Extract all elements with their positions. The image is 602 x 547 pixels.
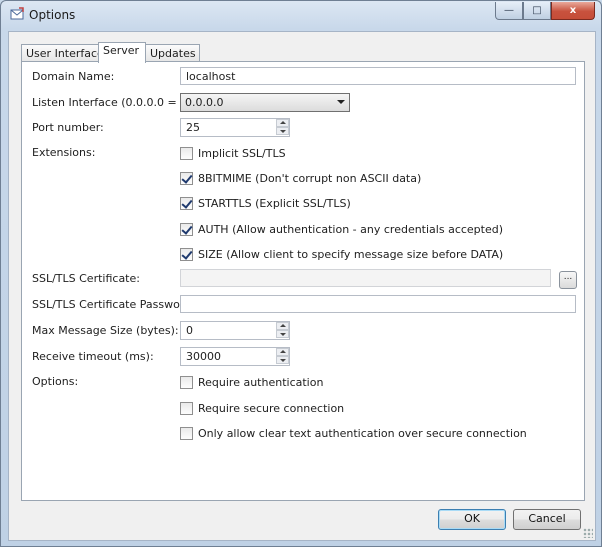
- ok-button[interactable]: OK: [438, 509, 506, 530]
- require-secure-connection-checkbox[interactable]: Require secure connection: [180, 401, 344, 415]
- tab-updates[interactable]: Updates: [145, 44, 200, 62]
- caption-buttons: — □ x: [495, 2, 595, 20]
- port-number-label: Port number:: [32, 121, 104, 134]
- clear-text-auth-secure-only-checkbox[interactable]: Only allow clear text authentication ove…: [180, 426, 527, 440]
- checkbox-label: 8BITMIME (Don't corrupt non ASCII data): [198, 171, 422, 185]
- extensions-label: Extensions:: [32, 146, 96, 159]
- max-message-size-input[interactable]: 0: [180, 321, 290, 340]
- server-tab-panel: Domain Name: localhost Listen Interface …: [21, 61, 585, 501]
- ssl-password-input[interactable]: [180, 295, 576, 313]
- receive-timeout-stepper[interactable]: 30000: [180, 347, 290, 366]
- checkbox-label: AUTH (Allow authentication - any credent…: [198, 222, 504, 236]
- options-dialog: Options — □ x User Interface Server Upda…: [0, 0, 602, 547]
- spin-down-icon[interactable]: [276, 330, 289, 338]
- minimize-button[interactable]: —: [495, 2, 523, 20]
- 8bitmime-checkbox[interactable]: 8BITMIME (Don't corrupt non ASCII data): [180, 171, 421, 185]
- require-authentication-checkbox[interactable]: Require authentication: [180, 375, 323, 389]
- maximize-icon: □: [532, 5, 542, 16]
- receive-timeout-label: Receive timeout (ms):: [32, 350, 154, 363]
- listen-interface-select[interactable]: 0.0.0.0: [180, 93, 350, 112]
- tab-server[interactable]: Server: [98, 42, 146, 63]
- maximize-button[interactable]: □: [523, 2, 551, 20]
- minimize-icon: —: [504, 5, 514, 16]
- chevron-down-icon: [337, 100, 345, 104]
- checkbox-checked-icon: [180, 171, 193, 185]
- title-bar[interactable]: Options — □ x: [1, 1, 601, 29]
- dialog-client-area: User Interface Server Updates Domain Nam…: [8, 31, 596, 541]
- checkbox-checked-icon: [180, 196, 193, 210]
- starttls-checkbox[interactable]: STARTTLS (Explicit SSL/TLS): [180, 196, 351, 210]
- resize-grip-icon[interactable]: [583, 528, 593, 538]
- checkbox-label: SIZE (Allow client to specify message si…: [198, 247, 504, 261]
- receive-timeout-input[interactable]: 30000: [180, 347, 290, 366]
- size-checkbox[interactable]: SIZE (Allow client to specify message si…: [180, 247, 503, 261]
- auth-checkbox[interactable]: AUTH (Allow authentication - any credent…: [180, 222, 503, 236]
- close-icon: x: [569, 5, 577, 16]
- ssl-certificate-input: [180, 269, 551, 287]
- spin-down-icon[interactable]: [276, 127, 289, 135]
- port-number-stepper[interactable]: 25: [180, 118, 290, 137]
- implicit-ssl-checkbox[interactable]: Implicit SSL/TLS: [180, 146, 286, 160]
- checkbox-checked-icon: [180, 247, 193, 261]
- tab-user-interface[interactable]: User Interface: [21, 44, 104, 62]
- checkbox-label: Require authentication: [198, 375, 324, 389]
- spin-up-icon[interactable]: [276, 348, 289, 356]
- cancel-button[interactable]: Cancel: [513, 509, 581, 530]
- checkbox-unchecked-icon: [180, 426, 193, 440]
- port-number-input[interactable]: 25: [180, 118, 290, 137]
- domain-name-input[interactable]: localhost: [180, 67, 576, 85]
- checkbox-label: Only allow clear text authentication ove…: [198, 426, 527, 440]
- ssl-password-label: SSL/TLS Certificate Password:: [32, 298, 195, 311]
- spin-down-icon[interactable]: [276, 356, 289, 364]
- checkbox-label: STARTTLS (Explicit SSL/TLS): [198, 196, 351, 210]
- checkbox-unchecked-icon: [180, 375, 193, 389]
- checkbox-label: Require secure connection: [198, 401, 345, 415]
- checkbox-label: Implicit SSL/TLS: [198, 146, 286, 160]
- checkbox-checked-icon: [180, 222, 193, 236]
- domain-name-label: Domain Name:: [32, 70, 115, 83]
- checkbox-unchecked-icon: [180, 401, 193, 415]
- checkbox-unchecked-icon: [180, 146, 193, 160]
- options-label: Options:: [32, 375, 79, 388]
- max-message-size-stepper[interactable]: 0: [180, 321, 290, 340]
- options-app-icon: [10, 7, 24, 20]
- browse-certificate-button[interactable]: ...: [559, 271, 577, 289]
- max-message-size-label: Max Message Size (bytes):: [32, 324, 179, 337]
- ssl-certificate-label: SSL/TLS Certificate:: [32, 272, 140, 285]
- listen-interface-value: 0.0.0.0: [185, 96, 224, 109]
- close-button[interactable]: x: [551, 2, 595, 20]
- spin-up-icon[interactable]: [276, 322, 289, 330]
- window-title: Options: [29, 8, 76, 22]
- spin-up-icon[interactable]: [276, 119, 289, 127]
